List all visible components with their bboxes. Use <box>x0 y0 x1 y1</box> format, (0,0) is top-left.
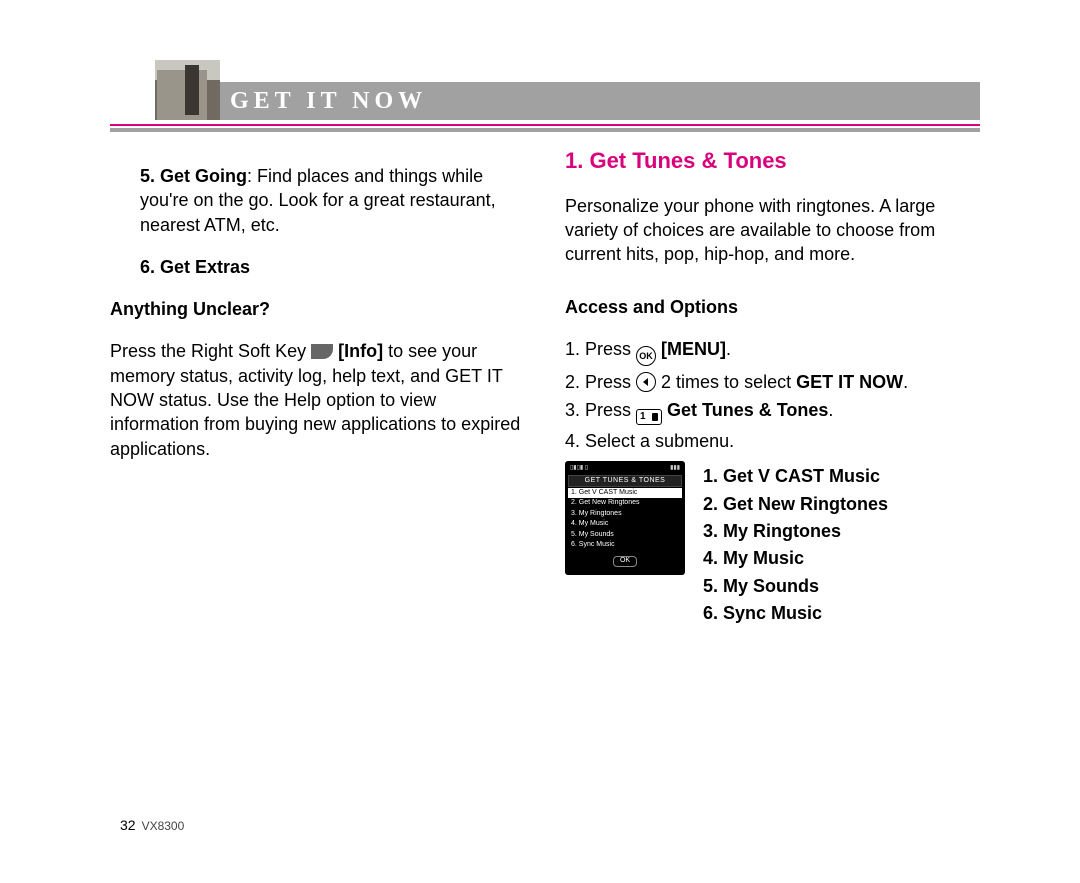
nav-left-icon <box>636 372 656 392</box>
submenu-list: 1. Get V CAST Music 2. Get New Ringtones… <box>703 461 888 628</box>
section-title: 1. Get Tunes & Tones <box>565 146 980 176</box>
access-steps: 1. Press OK [MENU]. 2. Press 2 times to … <box>565 337 980 454</box>
page-number: 32 <box>120 817 136 833</box>
screen-item-2: 2. Get New Ringtones <box>568 498 682 508</box>
phone-screen-title: GET TUNES & TONES <box>568 475 682 487</box>
header-banner: GET IT NOW <box>110 60 980 120</box>
submenu-4: 4. My Music <box>703 546 888 570</box>
rule-gray <box>110 128 980 132</box>
header-bar: GET IT NOW <box>220 82 980 120</box>
unclear-text-a: Press the Right Soft Key <box>110 341 311 361</box>
submenu-1: 1. Get V CAST Music <box>703 464 888 488</box>
unclear-info-label: [Info] <box>333 341 383 361</box>
submenu-5: 5. My Sounds <box>703 574 888 598</box>
step-6: 6. Get Extras <box>140 255 525 279</box>
submenu-3: 3. My Ringtones <box>703 519 888 543</box>
step-5-label: 5. Get Going <box>140 166 247 186</box>
header-title: GET IT NOW <box>230 88 427 115</box>
submenu-row: ▯▮▯▮ ▯▮▮▮ GET TUNES & TONES 1. Get V CAS… <box>565 461 980 628</box>
screen-item-3: 3. My Ringtones <box>568 509 682 519</box>
unclear-paragraph: Press the Right Soft Key [Info] to see y… <box>110 339 525 460</box>
ok-icon: OK <box>636 346 656 366</box>
screen-item-5: 5. My Sounds <box>568 530 682 540</box>
right-column: 1. Get Tunes & Tones Personalize your ph… <box>565 146 980 628</box>
key-1-icon: 1 <box>636 409 662 425</box>
access-heading: Access and Options <box>565 295 980 319</box>
screen-item-1: 1. Get V CAST Music <box>568 488 682 498</box>
step-2: 2. Press 2 times to select GET IT NOW. <box>565 370 980 394</box>
phone-ok-label: OK <box>613 556 637 566</box>
section-intro: Personalize your phone with ringtones. A… <box>565 194 980 267</box>
right-soft-key-icon <box>311 344 333 359</box>
screen-item-6: 6. Sync Music <box>568 540 682 550</box>
submenu-6: 6. Sync Music <box>703 601 888 625</box>
step-5: 5. Get Going: Find places and things whi… <box>140 164 525 237</box>
left-column: 5. Get Going: Find places and things whi… <box>110 146 525 628</box>
anything-unclear-heading: Anything Unclear? <box>110 297 525 321</box>
submenu-2: 2. Get New Ringtones <box>703 492 888 516</box>
model-label: VX8300 <box>142 819 185 833</box>
screen-item-4: 4. My Music <box>568 519 682 529</box>
phone-screenshot: ▯▮▯▮ ▯▮▮▮ GET TUNES & TONES 1. Get V CAS… <box>565 461 685 574</box>
step-1: 1. Press OK [MENU]. <box>565 337 980 366</box>
header-photo <box>155 60 220 120</box>
rule-magenta <box>110 124 980 126</box>
step-3: 3. Press 1 Get Tunes & Tones. <box>565 398 980 425</box>
manual-page: GET IT NOW 5. Get Going: Find places and… <box>0 0 1080 883</box>
page-footer: 32 VX8300 <box>120 817 184 833</box>
step-4: 4. Select a submenu. <box>565 429 980 453</box>
